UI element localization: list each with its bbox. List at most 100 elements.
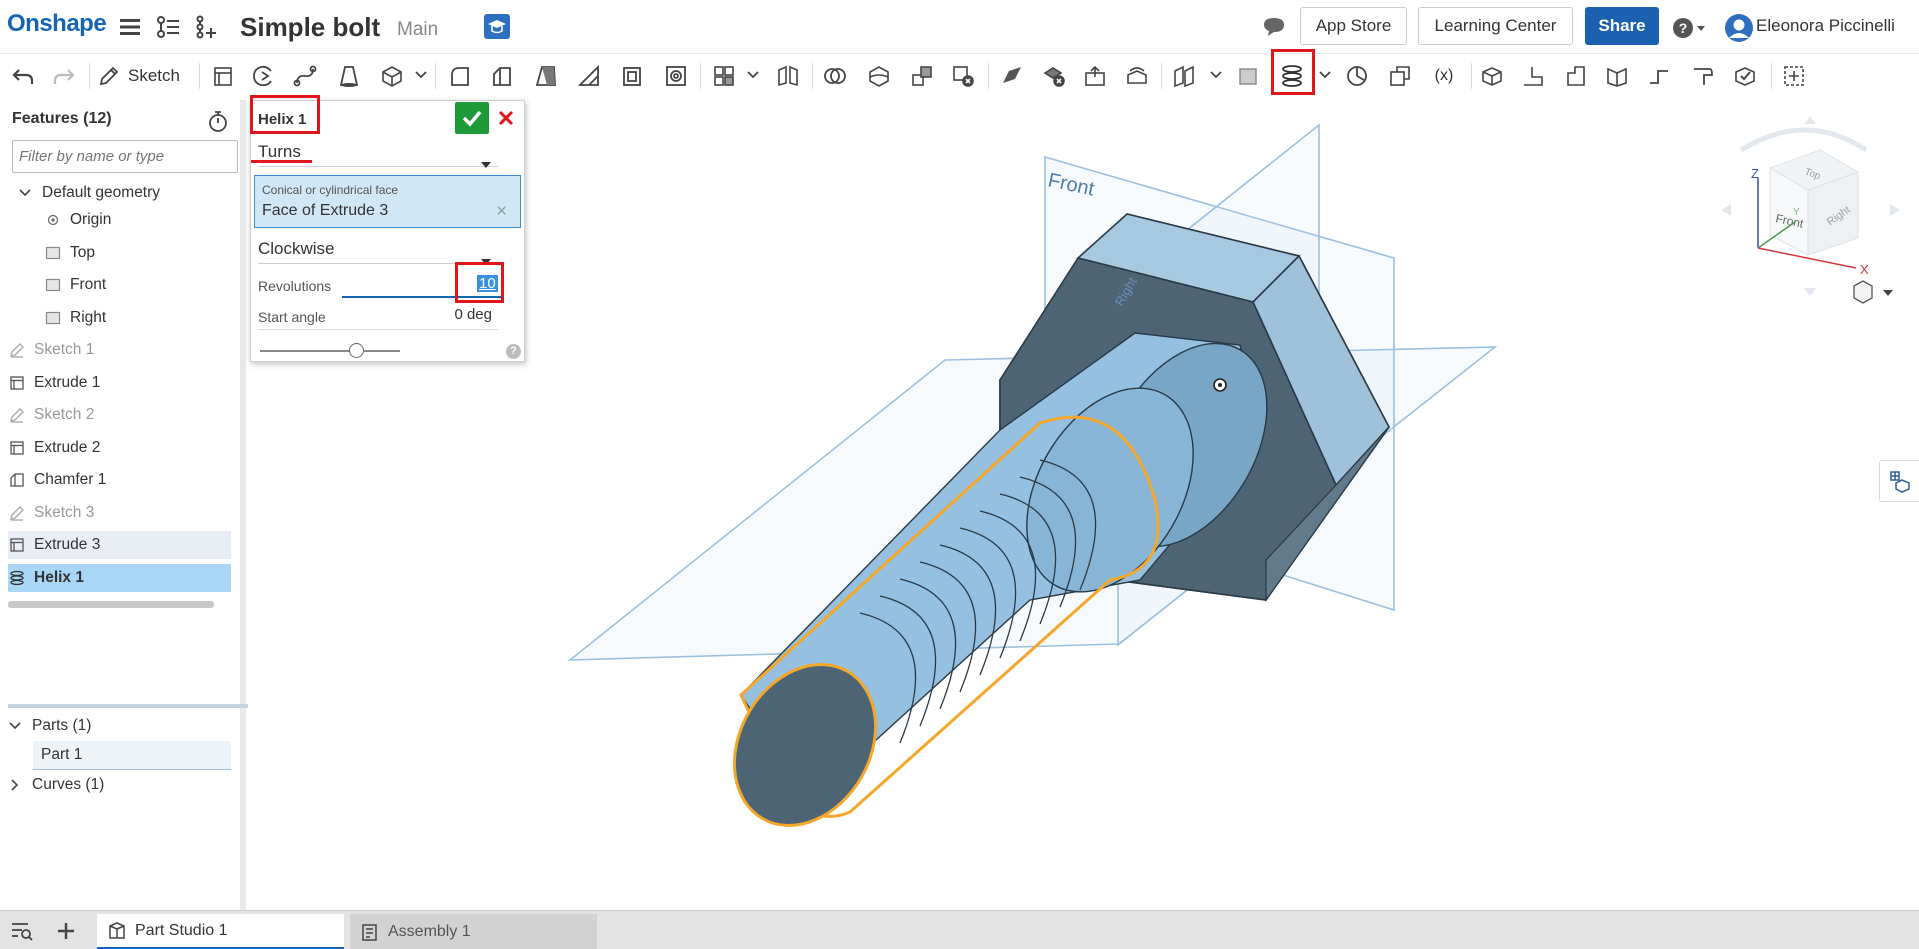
tree-label: Chamfer 1 xyxy=(34,471,107,488)
user-name[interactable]: Eleonora Piccinelli xyxy=(1756,16,1895,36)
tree-item-extrude-2[interactable]: Extrude 2 xyxy=(8,434,231,462)
thicken-icon[interactable] xyxy=(375,60,409,92)
branch-name[interactable]: Main xyxy=(397,19,438,41)
face-selection-field[interactable]: Conical or cylindrical face Face of Extr… xyxy=(254,175,521,228)
tree-default-geometry[interactable]: Default geometry xyxy=(16,179,239,207)
variable-icon[interactable]: (x) xyxy=(1427,60,1461,92)
loft-icon[interactable] xyxy=(332,60,366,92)
user-avatar[interactable] xyxy=(1724,13,1754,48)
linear-pattern-icon[interactable] xyxy=(707,60,741,92)
form-icon[interactable] xyxy=(1686,60,1720,92)
redo-icon[interactable] xyxy=(47,60,81,92)
panel-splitter[interactable] xyxy=(8,704,248,708)
tree-item-helix-1[interactable]: Helix 1 xyxy=(8,564,231,592)
hamburger-menu-icon[interactable] xyxy=(117,14,143,40)
part-studio-icon xyxy=(109,921,125,939)
tree-item-front[interactable]: Front xyxy=(44,271,267,299)
tree-parts-group[interactable]: Parts (1) xyxy=(8,712,231,740)
view-cube[interactable]: Top Front Right Z X Y xyxy=(1721,116,1900,296)
helix-tool-highlight xyxy=(1271,49,1315,95)
bend-icon[interactable] xyxy=(1642,60,1676,92)
confirm-button[interactable] xyxy=(455,102,489,134)
version-graph-icon[interactable] xyxy=(155,14,181,40)
tree-item-extrude-3[interactable]: Extrude 3 xyxy=(8,531,231,559)
move-face-icon[interactable] xyxy=(1078,60,1112,92)
start-angle-slider-handle[interactable] xyxy=(349,343,364,358)
help-icon[interactable]: ? xyxy=(506,344,521,359)
modify-fillet-icon[interactable] xyxy=(995,60,1029,92)
chevron-down-icon[interactable] xyxy=(1318,68,1332,82)
tree-curves-group[interactable]: Curves (1) xyxy=(8,771,231,799)
chevron-down-icon[interactable] xyxy=(8,719,24,733)
chevron-down-icon[interactable] xyxy=(414,68,428,82)
hole-icon[interactable] xyxy=(659,60,693,92)
replace-face-icon[interactable] xyxy=(1120,60,1154,92)
split-icon[interactable] xyxy=(862,60,896,92)
start-angle-input[interactable]: 0 deg xyxy=(454,306,492,323)
plane-icon[interactable] xyxy=(1231,60,1265,92)
mate-connector-icon[interactable] xyxy=(1340,60,1374,92)
extrude-icon xyxy=(8,439,26,457)
boolean-icon[interactable] xyxy=(818,60,852,92)
revolve-icon[interactable] xyxy=(246,60,280,92)
delete-part-icon[interactable] xyxy=(946,60,980,92)
cancel-button[interactable] xyxy=(495,107,517,129)
add-tab-icon[interactable] xyxy=(55,920,79,942)
comments-icon[interactable] xyxy=(1262,16,1286,43)
finish-sheet-metal-icon[interactable] xyxy=(1728,60,1762,92)
chevron-down-icon[interactable] xyxy=(1209,68,1223,82)
tab-icon[interactable] xyxy=(1600,60,1634,92)
tree-item-sketch-2[interactable]: Sketch 2 xyxy=(8,401,231,429)
feature-filter-input[interactable] xyxy=(12,140,238,173)
transform-icon[interactable] xyxy=(905,60,939,92)
tree-item-sketch-3[interactable]: Sketch 3 xyxy=(8,499,231,527)
hem-icon[interactable] xyxy=(1559,60,1593,92)
rollback-timer-icon[interactable] xyxy=(207,109,229,138)
direction-select[interactable]: Clockwise xyxy=(258,234,498,265)
chevron-down-icon[interactable] xyxy=(746,68,760,82)
plane-tool-icon[interactable] xyxy=(1167,60,1201,92)
derived-icon[interactable] xyxy=(1383,60,1417,92)
chamfer-icon[interactable] xyxy=(485,60,519,92)
mirror-icon[interactable] xyxy=(771,60,805,92)
tree-item-extrude-1[interactable]: Extrude 1 xyxy=(8,369,231,397)
document-title[interactable]: Simple bolt xyxy=(240,12,380,43)
tab-part-studio-1[interactable]: Part Studio 1 xyxy=(97,914,344,949)
help-menu-icon[interactable]: ? xyxy=(1672,17,1708,44)
chevron-down-icon[interactable] xyxy=(16,184,34,202)
tree-item-origin[interactable]: Origin xyxy=(44,206,267,234)
clear-selection-icon[interactable]: ✕ xyxy=(495,202,508,220)
rib-icon[interactable] xyxy=(572,60,606,92)
sheet-metal-icon[interactable] xyxy=(1475,60,1509,92)
configuration-panel-icon[interactable] xyxy=(1879,460,1919,502)
sketch-button[interactable]: Sketch xyxy=(98,60,180,92)
flange-icon[interactable] xyxy=(1516,60,1550,92)
tree-label: Sketch 1 xyxy=(34,341,95,358)
chevron-right-icon[interactable] xyxy=(8,778,24,792)
onshape-logo[interactable]: Onshape xyxy=(7,10,107,38)
start-angle-slider-track[interactable] xyxy=(260,350,400,352)
undo-icon[interactable] xyxy=(6,60,40,92)
draft-icon[interactable] xyxy=(529,60,563,92)
add-custom-feature-icon[interactable] xyxy=(1777,60,1811,92)
app-store-button[interactable]: App Store xyxy=(1300,7,1407,45)
feature-list-scrollbar[interactable] xyxy=(8,601,214,608)
shell-icon[interactable] xyxy=(615,60,649,92)
branch-create-icon[interactable] xyxy=(193,14,219,40)
tree-item-top[interactable]: Top xyxy=(44,239,267,267)
fillet-icon[interactable] xyxy=(443,60,477,92)
learning-center-button[interactable]: Learning Center xyxy=(1418,7,1573,45)
tab-manager-icon[interactable] xyxy=(10,920,34,942)
start-angle-field[interactable]: Start angle 0 deg xyxy=(258,304,498,330)
learning-badge-icon[interactable] xyxy=(484,14,510,39)
tree-item-right[interactable]: Right xyxy=(44,304,267,332)
tree-item-part-1[interactable]: Part 1 xyxy=(33,741,231,770)
share-button[interactable]: Share xyxy=(1585,7,1659,45)
extrude-icon[interactable] xyxy=(206,60,240,92)
view-mode-dropdown[interactable] xyxy=(1853,280,1893,304)
delete-face-icon[interactable] xyxy=(1037,60,1071,92)
sweep-icon[interactable] xyxy=(289,60,323,92)
tab-assembly-1[interactable]: Assembly 1 xyxy=(350,914,597,949)
tree-item-sketch-1[interactable]: Sketch 1 xyxy=(8,336,231,364)
tree-item-chamfer-1[interactable]: Chamfer 1 xyxy=(8,466,231,494)
